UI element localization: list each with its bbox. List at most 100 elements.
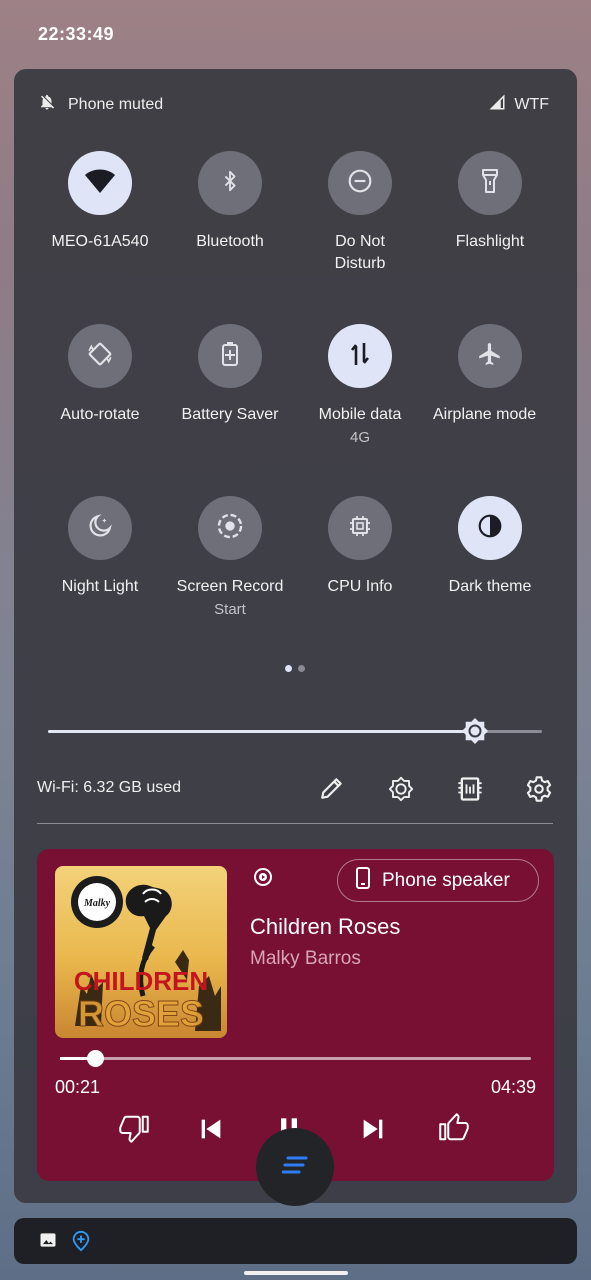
- tile-wifi[interactable]: MEO-61A540: [35, 151, 165, 253]
- tile-bluetooth-label: Bluetooth: [196, 233, 264, 250]
- tile-dnd[interactable]: Do Not Disturb: [295, 151, 425, 275]
- skip-previous-icon: [195, 1119, 227, 1149]
- pencil-icon: [319, 778, 345, 805]
- page-dot-1[interactable]: [285, 665, 292, 672]
- device-info-button[interactable]: [456, 775, 484, 803]
- output-device-label: Phone speaker: [382, 869, 510, 891]
- previous-button[interactable]: [195, 1113, 227, 1145]
- navigation-handle[interactable]: [244, 1271, 348, 1275]
- tile-dnd-button[interactable]: [328, 151, 392, 215]
- divider: [37, 823, 553, 824]
- tile-cpu-info-label: CPU Info: [327, 578, 393, 595]
- tile-night-light-button[interactable]: [68, 496, 132, 560]
- page-indicator: [285, 665, 305, 672]
- tile-mobile-data-button[interactable]: [328, 324, 392, 388]
- bell-off-icon: [38, 93, 56, 116]
- notification-shelf: [14, 1218, 577, 1264]
- tile-airplane-label: Airplane mode: [433, 406, 537, 423]
- tile-mobile-data-label: Mobile data: [318, 406, 402, 423]
- tile-dark-theme[interactable]: Dark theme: [425, 496, 555, 598]
- edit-button[interactable]: [319, 775, 347, 803]
- qs-header: Phone muted WTF: [14, 69, 577, 139]
- brightness-slider-fill: [48, 730, 473, 733]
- tile-battery-saver-label: Battery Saver: [181, 406, 279, 423]
- cpu-icon: [348, 514, 372, 543]
- mobile-data-icon: [348, 341, 372, 372]
- song-artist: Malky Barros: [250, 948, 361, 969]
- brightness-thumb[interactable]: [460, 716, 490, 746]
- image-notification-icon[interactable]: [38, 1230, 60, 1252]
- like-button[interactable]: [439, 1113, 471, 1145]
- auto-rotate-icon: [87, 341, 113, 372]
- tile-screen-record-button[interactable]: [198, 496, 262, 560]
- total-time: 04:39: [490, 1077, 536, 1097]
- tile-dnd-label-line1: Do Not: [335, 233, 385, 250]
- screen-record-icon: [216, 512, 244, 545]
- tile-dark-theme-button[interactable]: [458, 496, 522, 560]
- carrier-name: WTF: [514, 95, 549, 113]
- music-app-icon: [253, 867, 273, 887]
- dislike-button[interactable]: [119, 1113, 151, 1145]
- tile-auto-rotate-button[interactable]: [68, 324, 132, 388]
- memory-icon: [456, 777, 484, 807]
- phone-speaker-icon: [356, 866, 370, 895]
- album-art-logo-text: Malky: [83, 898, 111, 909]
- page-dot-2[interactable]: [298, 665, 305, 672]
- data-usage-text[interactable]: Wi-Fi: 6.32 GB used: [37, 779, 181, 797]
- airplane-icon: [477, 341, 503, 372]
- dnd-icon: [347, 168, 373, 199]
- elapsed-time: 00:21: [55, 1077, 101, 1097]
- tile-flashlight[interactable]: Flashlight: [425, 151, 555, 253]
- skip-next-icon: [357, 1119, 389, 1149]
- tile-dnd-label: Do Not Disturb: [295, 231, 425, 275]
- tile-bluetooth[interactable]: Bluetooth: [165, 151, 295, 253]
- tile-flashlight-button[interactable]: [458, 151, 522, 215]
- dark-theme-icon: [477, 513, 503, 544]
- seek-thumb[interactable]: [87, 1050, 105, 1067]
- tile-battery-saver-button[interactable]: [198, 324, 262, 388]
- bluetooth-icon: [219, 169, 241, 198]
- settings-button[interactable]: [525, 775, 553, 803]
- display-settings-button[interactable]: [387, 775, 415, 803]
- flashlight-icon: [480, 168, 500, 199]
- tile-mobile-data[interactable]: Mobile data 4G: [295, 324, 425, 450]
- muted-label: Phone muted: [68, 95, 164, 113]
- tile-airplane[interactable]: Airplane mode: [425, 324, 543, 426]
- seek-bar[interactable]: [60, 1057, 531, 1060]
- tile-mobile-data-sub: 4G: [349, 429, 370, 446]
- status-time: 22:33:49: [38, 24, 115, 44]
- signal-icon: [488, 93, 506, 116]
- tile-wifi-label: MEO-61A540: [51, 233, 149, 250]
- wifi-icon: [84, 167, 116, 200]
- next-button[interactable]: [357, 1113, 389, 1145]
- tile-airplane-button[interactable]: [458, 324, 522, 388]
- tile-screen-record[interactable]: Screen Record Start: [165, 496, 295, 622]
- album-art-title-line1: CHILDREN: [74, 966, 208, 996]
- tile-dnd-label-line2: Disturb: [334, 255, 386, 272]
- thumbs-up-icon: [439, 1113, 469, 1147]
- menu-lines-icon: [281, 1156, 308, 1179]
- output-switcher-chip[interactable]: Phone speaker: [337, 859, 539, 902]
- tile-wifi-button[interactable]: [68, 151, 132, 215]
- song-title: Children Roses: [250, 914, 401, 939]
- add-location-icon[interactable]: [70, 1230, 92, 1252]
- gear-icon: [525, 776, 553, 807]
- floating-action-button[interactable]: [256, 1128, 334, 1206]
- brightness-icon: [460, 718, 490, 750]
- album-art: Malky CHILDREN ROSES: [55, 866, 227, 1038]
- tile-night-light[interactable]: Night Light: [35, 496, 165, 598]
- tile-screen-record-sub: Start: [214, 601, 246, 618]
- tile-dark-theme-label: Dark theme: [448, 578, 532, 595]
- carrier-status: WTF: [488, 93, 549, 116]
- brightness-settings-icon: [387, 776, 415, 807]
- tile-night-light-label: Night Light: [61, 578, 139, 595]
- tile-auto-rotate[interactable]: Auto-rotate: [35, 324, 165, 426]
- quick-settings-panel: Phone muted WTF MEO-61A540 Bluetooth Do …: [14, 69, 577, 1203]
- phone-muted-status[interactable]: Phone muted: [38, 93, 163, 116]
- tile-bluetooth-button[interactable]: [198, 151, 262, 215]
- tile-screen-record-label: Screen Record: [176, 578, 284, 595]
- tile-battery-saver[interactable]: Battery Saver: [165, 324, 295, 426]
- tile-flashlight-label: Flashlight: [455, 233, 525, 250]
- tile-cpu-info-button[interactable]: [328, 496, 392, 560]
- tile-cpu-info[interactable]: CPU Info: [295, 496, 425, 598]
